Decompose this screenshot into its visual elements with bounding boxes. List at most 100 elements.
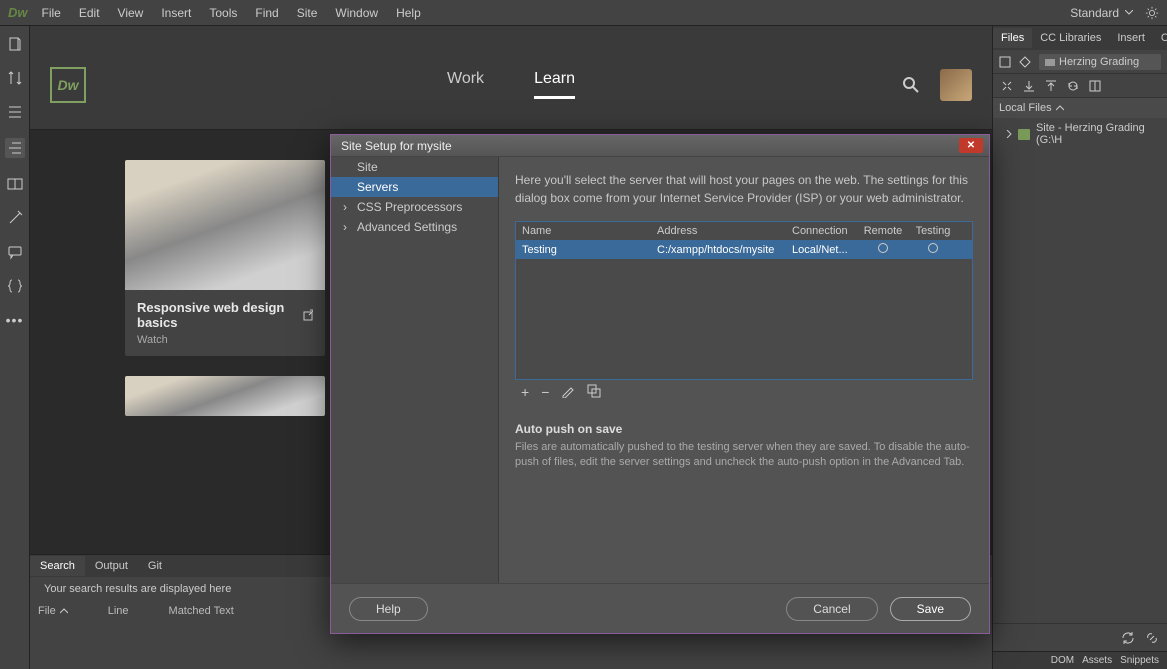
menu-view[interactable]: View <box>118 6 144 20</box>
dom-panel-tab[interactable]: DOM <box>1051 655 1074 666</box>
dialog-close-button[interactable]: ✕ <box>959 138 983 153</box>
col-remote[interactable]: Remote <box>858 225 908 237</box>
add-server-button[interactable]: + <box>521 384 529 400</box>
workspace-label: Standard <box>1070 6 1119 20</box>
tab-learn[interactable]: Learn <box>534 70 575 99</box>
sort-up-icon <box>60 607 68 615</box>
left-tool-strip: ••• <box>0 26 30 669</box>
server-connection: Local/Net... <box>792 244 858 256</box>
edit-server-button[interactable] <box>561 384 575 398</box>
col-name[interactable]: Name <box>522 225 657 237</box>
snippets-panel-tab[interactable]: Snippets <box>1120 655 1159 666</box>
site-setup-dialog: Site Setup for mysite ✕ Site Servers ›CS… <box>330 134 990 634</box>
save-button[interactable]: Save <box>890 597 971 621</box>
tutorial-card-2[interactable] <box>125 376 325 416</box>
dw-logo: Dw <box>8 5 28 20</box>
dialog-title-text: Site Setup for mysite <box>341 139 452 153</box>
external-link-icon <box>303 309 313 321</box>
refresh-icon[interactable] <box>1121 631 1135 645</box>
bottom-tab-git[interactable]: Git <box>138 556 172 576</box>
site-folder-item[interactable]: Site - Herzing Grading (G:\H <box>993 118 1167 150</box>
list-indent-tool-icon[interactable] <box>7 140 23 156</box>
chevron-right-icon: › <box>343 220 347 234</box>
rp-tab-cclib[interactable]: CC Libraries <box>1032 28 1109 48</box>
right-panel: Files CC Libraries Insert CSS Des Herzin… <box>992 26 1167 669</box>
search-icon[interactable] <box>902 76 920 94</box>
dialog-description: Here you'll select the server that will … <box>515 171 973 207</box>
workspace-dropdown[interactable]: Standard <box>1070 6 1133 20</box>
site-folder-label: Site - Herzing Grading (G:\H <box>1036 122 1155 146</box>
local-files-header[interactable]: Local Files <box>993 98 1167 118</box>
bottom-tab-output[interactable]: Output <box>85 556 138 576</box>
server-table: Name Address Connection Remote Testing T… <box>515 221 973 380</box>
split-tool-icon[interactable] <box>7 176 23 192</box>
tutorial-card[interactable]: Responsive web design basics Watch <box>125 160 325 356</box>
rp-tab-css[interactable]: CSS Des <box>1153 28 1167 48</box>
dialog-sidebar: Site Servers ›CSS Preprocessors ›Advance… <box>331 157 499 583</box>
tab-work[interactable]: Work <box>447 70 484 99</box>
link-icon[interactable] <box>1145 631 1159 645</box>
file-tool-icon[interactable] <box>7 36 23 52</box>
chevron-right-icon <box>1005 130 1012 138</box>
app-menu-bar: Dw File Edit View Insert Tools Find Site… <box>0 0 1167 26</box>
menu-help[interactable]: Help <box>396 6 421 20</box>
remote-radio[interactable] <box>878 243 888 253</box>
search-col-matched[interactable]: Matched Text <box>169 605 234 617</box>
sidebar-item-servers[interactable]: Servers <box>331 177 498 197</box>
user-avatar[interactable] <box>940 69 972 101</box>
menu-site[interactable]: Site <box>297 6 318 20</box>
rp-tab-insert[interactable]: Insert <box>1109 28 1153 48</box>
comment-tool-icon[interactable] <box>7 244 23 260</box>
expand-icon[interactable] <box>1089 80 1101 92</box>
card-thumbnail-2 <box>125 376 325 416</box>
get-icon[interactable] <box>1023 80 1035 92</box>
search-col-line[interactable]: Line <box>108 605 129 617</box>
sidebar-item-site[interactable]: Site <box>331 157 498 177</box>
chevron-right-icon: › <box>343 200 347 214</box>
rp-tab-files[interactable]: Files <box>993 28 1032 48</box>
sidebar-item-advanced[interactable]: ›Advanced Settings <box>331 217 498 237</box>
site-dropdown[interactable]: Herzing Grading <box>1039 54 1161 70</box>
menu-tools[interactable]: Tools <box>209 6 237 20</box>
more-tools-icon[interactable]: ••• <box>6 312 24 328</box>
put-icon[interactable] <box>1045 80 1057 92</box>
menu-edit[interactable]: Edit <box>79 6 100 20</box>
cancel-button[interactable]: Cancel <box>786 597 877 621</box>
ftp-icon[interactable] <box>999 56 1011 68</box>
dialog-title-bar[interactable]: Site Setup for mysite ✕ <box>331 135 989 157</box>
menu-file[interactable]: File <box>42 6 61 20</box>
folder-icon <box>1018 129 1030 140</box>
sidebar-item-css-preproc[interactable]: ›CSS Preprocessors <box>331 197 498 217</box>
connect-icon[interactable] <box>1001 80 1013 92</box>
server-address: C:/xampp/htdocs/mysite <box>657 244 792 256</box>
menu-window[interactable]: Window <box>335 6 378 20</box>
dialog-main: Here you'll select the server that will … <box>499 157 989 583</box>
col-testing[interactable]: Testing <box>908 225 958 237</box>
menu-find[interactable]: Find <box>255 6 278 20</box>
testing-radio[interactable] <box>928 243 938 253</box>
sync-settings-icon[interactable] <box>1145 6 1159 20</box>
wand-tool-icon[interactable] <box>7 210 23 226</box>
bottom-tab-search[interactable]: Search <box>30 556 85 576</box>
autopush-description: Files are automatically pushed to the te… <box>515 440 973 471</box>
braces-tool-icon[interactable] <box>7 278 23 294</box>
duplicate-server-button[interactable] <box>587 384 601 398</box>
folder-icon <box>1045 58 1055 66</box>
server-row[interactable]: Testing C:/xampp/htdocs/mysite Local/Net… <box>516 240 972 259</box>
list-tool-icon[interactable] <box>7 104 23 120</box>
arrows-tool-icon[interactable] <box>7 70 23 86</box>
card-title-text: Responsive web design basics <box>137 300 297 330</box>
sync-icon[interactable] <box>1067 80 1079 92</box>
card-thumbnail <box>125 160 325 290</box>
remove-server-button[interactable]: − <box>541 384 549 400</box>
col-address[interactable]: Address <box>657 225 792 237</box>
site-icon[interactable] <box>1019 56 1031 68</box>
help-button[interactable]: Help <box>349 597 428 621</box>
autopush-heading: Auto push on save <box>515 422 973 436</box>
col-connection[interactable]: Connection <box>792 225 858 237</box>
menu-insert[interactable]: Insert <box>161 6 191 20</box>
assets-panel-tab[interactable]: Assets <box>1082 655 1112 666</box>
dialog-button-bar: Help Cancel Save <box>331 583 989 633</box>
chevron-down-icon <box>1125 10 1133 15</box>
search-col-file[interactable]: File <box>38 605 68 617</box>
